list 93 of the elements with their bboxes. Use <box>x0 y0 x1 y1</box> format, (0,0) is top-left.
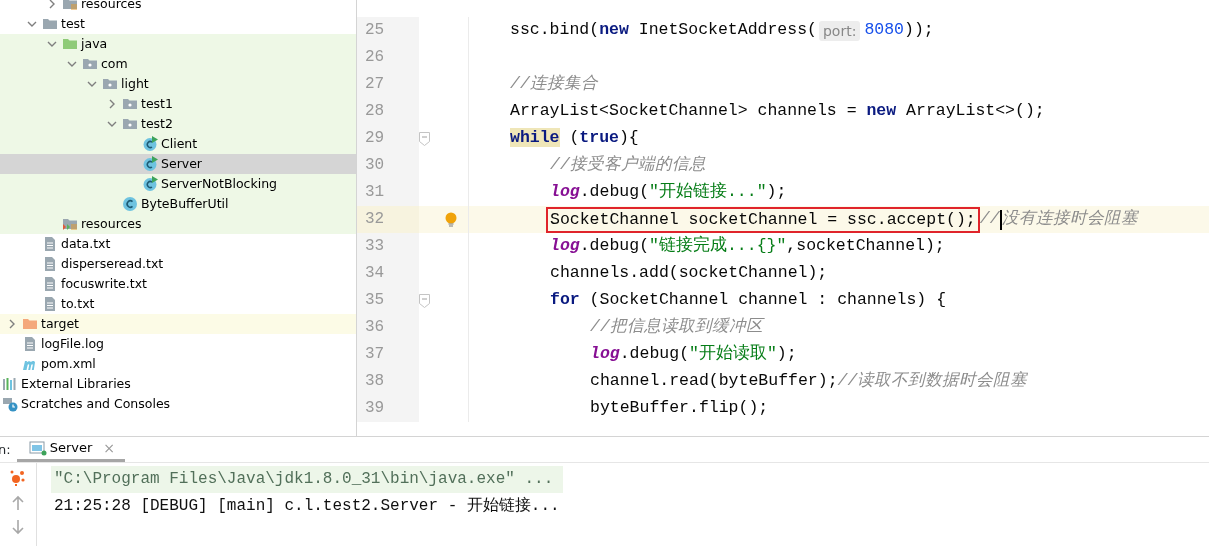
line-number: 39 <box>357 395 419 422</box>
code-text: byteBuffer.flip(); <box>590 397 769 420</box>
tree-item[interactable]: Scratches and Consoles <box>0 394 356 414</box>
tree-item[interactable]: test2 <box>0 114 356 134</box>
line-number: 26 <box>357 44 419 71</box>
code-text: //连接集合 <box>510 73 598 96</box>
tree-item[interactable]: ServerNotBlocking <box>0 174 356 194</box>
code-text: log.debug("链接完成...{}",socketChannel); <box>550 234 945 258</box>
lightbulb-icon[interactable] <box>445 211 457 228</box>
code-text: // <box>979 208 1000 231</box>
line-number: 34 <box>357 260 419 287</box>
folder-icon <box>62 36 78 52</box>
runnable-class-icon <box>142 176 158 192</box>
code-text: 8080)); <box>864 19 934 42</box>
package-icon <box>122 96 138 112</box>
chevron-icon[interactable] <box>107 121 117 127</box>
code-text: for (SocketChannel channel : channels) { <box>550 289 947 312</box>
code-text: log.debug("开始读取"); <box>590 343 797 366</box>
tree-item[interactable]: pom.xml <box>0 354 356 374</box>
line-number: 30 <box>357 152 419 179</box>
line-number: 38 <box>357 368 419 395</box>
line-number: 29 <box>357 125 419 152</box>
line-number: 32 <box>357 206 419 233</box>
code-text: //接受客户端的信息 <box>550 154 706 177</box>
code-text: ArrayList<SocketChannel> channels = new ArrayList<>(); <box>510 100 1045 123</box>
tree-item[interactable]: resources <box>0 214 356 234</box>
folder-icon <box>22 316 38 332</box>
package-icon <box>82 56 98 72</box>
libraries-icon <box>2 376 18 392</box>
tree-item[interactable]: com <box>0 54 356 74</box>
chevron-icon[interactable] <box>49 0 55 9</box>
tree-item[interactable]: test <box>0 14 356 34</box>
line-number: 35 <box>357 287 419 314</box>
code-text: 没有连接时会阻塞 <box>1001 208 1138 231</box>
code-text: log.debug("开始链接..."); <box>550 181 787 204</box>
chevron-icon[interactable] <box>47 41 57 47</box>
tree-item[interactable]: Server <box>0 154 356 174</box>
chevron-icon[interactable] <box>27 21 37 27</box>
tree-item[interactable]: External Libraries <box>0 374 356 394</box>
parameter-hint: port: <box>819 20 861 41</box>
tree-item[interactable]: logFile.log <box>0 334 356 354</box>
resources-folder-icon <box>62 0 78 12</box>
line-number: 31 <box>357 179 419 206</box>
document-icon <box>42 296 58 312</box>
highlight-box: SocketChannel socketChannel = ssc.accept(); <box>546 206 980 233</box>
panel-label: n: <box>0 440 12 459</box>
tree-item[interactable]: Client <box>0 134 356 154</box>
console-line: 21:25:28 [DEBUG] [main] c.l.test2.Server - 开始链接... <box>53 496 561 517</box>
tree-item[interactable]: target <box>0 314 356 334</box>
code-text: ssc.bind(new InetSocketAddress( <box>510 19 817 42</box>
tree-item[interactable]: resources <box>0 0 356 14</box>
runnable-class-icon <box>142 156 158 172</box>
line-number: 33 <box>357 233 419 260</box>
chevron-icon[interactable] <box>87 81 97 87</box>
package-icon <box>102 76 118 92</box>
line-number: 37 <box>357 341 419 368</box>
tree-item[interactable]: to.txt <box>0 294 356 314</box>
debug-icon[interactable] <box>9 469 27 487</box>
scratches-icon <box>2 396 18 412</box>
folder-icon <box>42 16 58 32</box>
tree-item[interactable]: light <box>0 74 356 94</box>
tree-item[interactable]: ByteBufferUtil <box>0 194 356 214</box>
up-arrow-icon[interactable] <box>11 495 25 511</box>
resources-folder-icon <box>62 216 78 232</box>
chevron-icon[interactable] <box>109 99 115 109</box>
fold-marker-icon[interactable] <box>419 131 430 146</box>
line-number: 28 <box>357 98 419 125</box>
tree-item[interactable]: focuswrite.txt <box>0 274 356 294</box>
document-icon <box>42 256 58 272</box>
runnable-class-icon <box>142 136 158 152</box>
class-icon <box>122 196 138 212</box>
chevron-icon[interactable] <box>67 61 77 67</box>
line-number: 36 <box>357 314 419 341</box>
code-text: while (true){ <box>510 127 639 150</box>
tree-item[interactable]: test1 <box>0 94 356 114</box>
tree-item[interactable]: disperseread.txt <box>0 254 356 274</box>
code-text: channels.add(socketChannel); <box>550 262 828 285</box>
code-text: //把信息读取到缓冲区 <box>590 316 763 339</box>
tree-item[interactable]: java <box>0 34 356 54</box>
document-icon <box>42 276 58 292</box>
fold-marker-icon[interactable] <box>419 293 430 308</box>
document-icon <box>22 336 38 352</box>
console-icon <box>28 440 47 456</box>
line-number: 25 <box>357 17 419 44</box>
text-cursor <box>999 209 1002 230</box>
package-icon <box>122 116 138 132</box>
code-text: channel.read(byteBuffer);//读取不到数据时会阻塞 <box>590 370 1028 393</box>
down-arrow-icon[interactable] <box>11 519 25 535</box>
line-number: 27 <box>357 71 419 98</box>
document-icon <box>42 236 58 252</box>
run-tab[interactable]: Server × <box>16 437 125 462</box>
chevron-icon[interactable] <box>9 319 15 329</box>
tree-item[interactable]: data.txt <box>0 234 356 254</box>
